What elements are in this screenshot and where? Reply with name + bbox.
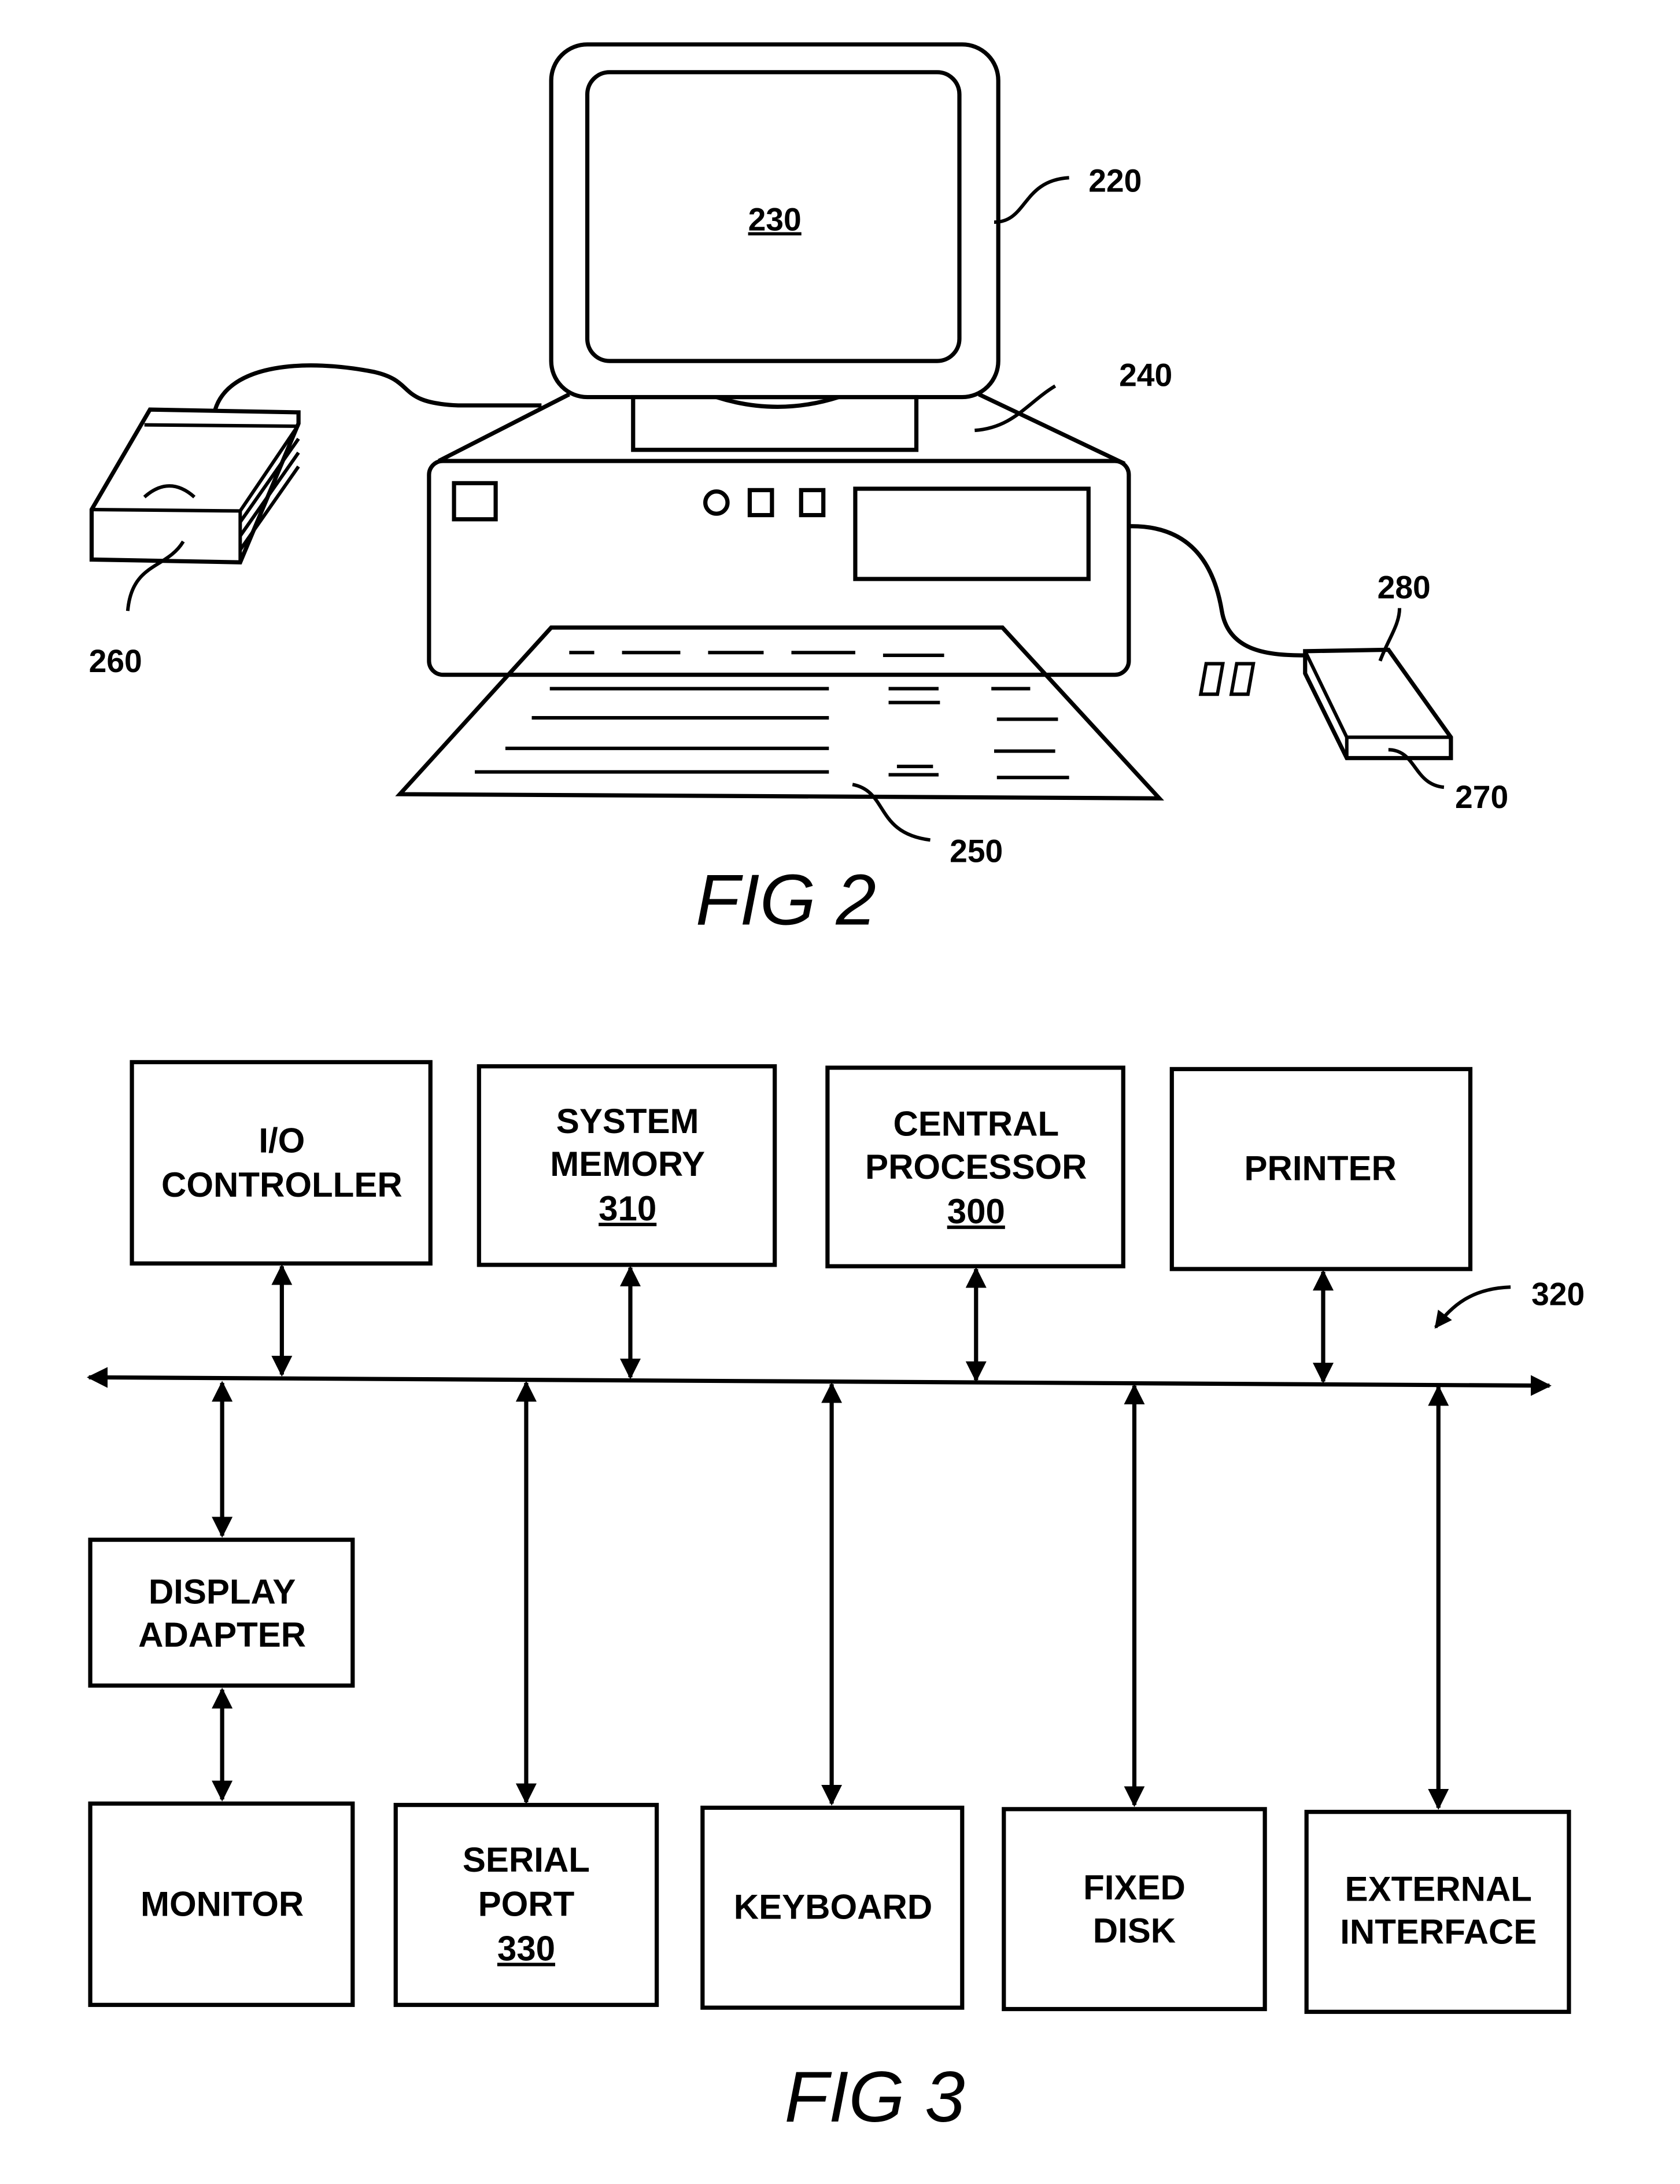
svg-text:KEYBOARD: KEYBOARD: [734, 1888, 932, 1927]
patent-drawing-sheet: 230 220 240 250 260 280 270 FIG 2 320 I/…: [87, 42, 1585, 2137]
external-interface-block: EXTERNAL INTERFACE: [1304, 1385, 1571, 2014]
io-controller-block: I/O CONTROLLER: [130, 1060, 433, 1377]
svg-text:I/O: I/O: [259, 1121, 305, 1160]
system-memory-block: SYSTEM MEMORY 310: [477, 1064, 777, 1379]
monitor-ref-label: 220: [1088, 163, 1142, 198]
svg-text:PRINTER: PRINTER: [1244, 1149, 1396, 1187]
svg-text:300: 300: [947, 1192, 1005, 1231]
mouse-cable: [1128, 524, 1305, 658]
keyboard-leader-line: [852, 783, 931, 842]
computer-ref-label: 240: [1119, 357, 1172, 393]
monitor-block: MONITOR: [88, 1801, 355, 2007]
fig2-caption: FIG 2: [696, 860, 876, 940]
svg-text:PORT: PORT: [478, 1885, 575, 1924]
display-adapter-block: DISPLAY ADAPTER: [88, 1381, 355, 1802]
mouse-drawing: 280 270: [1128, 524, 1508, 815]
svg-text:MEMORY: MEMORY: [550, 1145, 705, 1183]
fixed-disk-block: FIXED DISK: [1002, 1384, 1267, 2012]
mouse-leader-line: [1388, 748, 1445, 790]
fig3-caption: FIG 3: [784, 2057, 965, 2137]
fig2-computer-system: 230 220 240 250 260 280 270 FIG 2: [89, 42, 1508, 940]
printer-block: PRINTER: [1169, 1067, 1473, 1384]
indicator-light: [703, 489, 730, 516]
control-button: [747, 488, 774, 518]
serial-port-block: SERIAL PORT 330: [393, 1381, 659, 2007]
svg-text:CONTROLLER: CONTROLLER: [161, 1165, 403, 1204]
svg-text:SERIAL: SERIAL: [463, 1840, 590, 1879]
svg-text:MONITOR: MONITOR: [141, 1885, 304, 1924]
svg-text:INTERFACE: INTERFACE: [1340, 1913, 1537, 1951]
control-button: [799, 488, 826, 518]
mouse-button: [1198, 662, 1225, 696]
keyboard-ref-label: 250: [950, 833, 1003, 869]
screen-ref-label: 230: [748, 201, 802, 237]
svg-text:DISK: DISK: [1093, 1911, 1176, 1950]
fig3-block-diagram: 320 I/O CONTROLLER SYSTEM MEMORY 310 CEN…: [87, 1060, 1585, 2137]
system-bus: [87, 1367, 1552, 1396]
svg-text:CENTRAL: CENTRAL: [893, 1105, 1059, 1143]
mouse-ref-label: 270: [1455, 779, 1508, 815]
svg-text:DISPLAY: DISPLAY: [149, 1573, 296, 1611]
mouse-button: [1229, 662, 1256, 696]
power-switch: [452, 481, 498, 522]
disk-drive-leader-line: [125, 540, 185, 611]
disk-drive-drawing: 260: [89, 363, 542, 679]
disk-drive-cable: [213, 363, 542, 411]
bus-ref-arrow: [1434, 1285, 1511, 1329]
central-processor-block: CENTRAL PROCESSOR 300: [825, 1065, 1125, 1382]
mouse-button-ref-label: 280: [1378, 570, 1431, 606]
keyboard-drawing: 250: [395, 625, 1164, 869]
svg-text:FIXED: FIXED: [1083, 1868, 1186, 1907]
svg-text:330: 330: [497, 1930, 555, 1968]
drive-bay: [853, 486, 1091, 581]
svg-text:310: 310: [599, 1189, 656, 1228]
svg-text:EXTERNAL: EXTERNAL: [1345, 1869, 1532, 1908]
svg-text:PROCESSOR: PROCESSOR: [865, 1148, 1087, 1186]
svg-text:SYSTEM: SYSTEM: [556, 1102, 699, 1141]
bus-ref-label: 320: [1531, 1276, 1585, 1312]
keyboard-block: KEYBOARD: [700, 1382, 965, 2010]
svg-text:ADAPTER: ADAPTER: [138, 1615, 306, 1654]
disk-drive-ref-label: 260: [89, 643, 142, 679]
monitor-leader-line: [994, 176, 1069, 224]
